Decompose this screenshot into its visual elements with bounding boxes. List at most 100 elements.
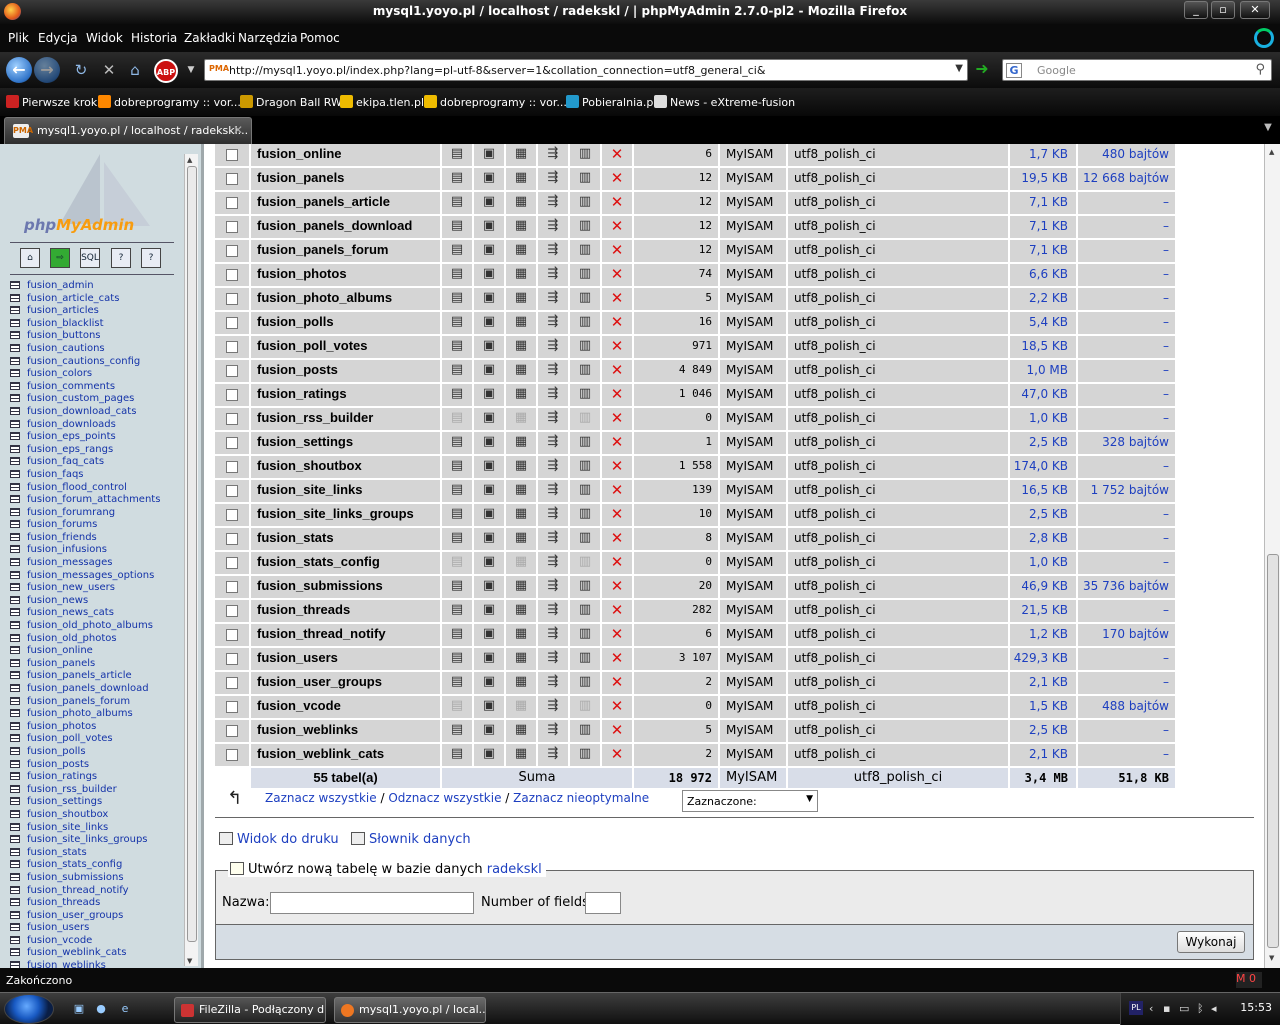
browse-icon[interactable]: ▤ xyxy=(442,264,474,286)
empty-icon[interactable]: ▥ xyxy=(570,480,602,502)
table-icon[interactable] xyxy=(10,696,20,705)
row-checkbox[interactable] xyxy=(226,437,238,449)
sidebar-table-item[interactable]: fusion_news_cats xyxy=(10,607,186,620)
empty-icon[interactable]: ▥ xyxy=(570,504,602,526)
menu-history[interactable]: Historia xyxy=(131,31,177,45)
tab-pma[interactable]: PMA mysql1.yoyo.pl / localhost / radeksk… xyxy=(4,117,252,144)
volume-icon[interactable]: ◂ xyxy=(1211,1002,1217,1015)
browse-icon[interactable]: ▤ xyxy=(442,216,474,238)
row-checkbox[interactable] xyxy=(226,533,238,545)
sidebar-table-item[interactable]: fusion_thread_notify xyxy=(10,885,186,898)
sidebar-table-item[interactable]: fusion_stats_config xyxy=(10,859,186,872)
structure-icon[interactable]: ▣ xyxy=(474,648,506,670)
row-checkbox[interactable] xyxy=(226,581,238,593)
check-overhead-link[interactable]: Zaznacz nieoptymalne xyxy=(513,791,649,805)
search-placeholder[interactable]: Google xyxy=(1037,64,1076,77)
structure-icon[interactable]: ▣ xyxy=(474,528,506,550)
size-link[interactable]: 7,1 KB xyxy=(1010,216,1078,238)
table-name[interactable]: fusion_ratings xyxy=(251,384,442,406)
scroll-thumb[interactable] xyxy=(1267,554,1279,948)
sidebar-table-item[interactable]: fusion_site_links_groups xyxy=(10,834,186,847)
table-icon[interactable] xyxy=(10,583,20,592)
table-icon[interactable] xyxy=(10,621,20,630)
drop-icon[interactable]: ✕ xyxy=(602,432,634,454)
sidebar-table-item[interactable]: fusion_blacklist xyxy=(10,318,186,331)
browse-icon[interactable]: ▤ xyxy=(442,288,474,310)
sidebar-table-item[interactable]: fusion_news xyxy=(10,595,186,608)
browse-icon[interactable]: ▤ xyxy=(442,192,474,214)
table-icon[interactable] xyxy=(10,721,20,730)
table-icon[interactable] xyxy=(10,356,20,365)
sidebar-table-item[interactable]: fusion_comments xyxy=(10,381,186,394)
size-link[interactable]: 174,0 KB xyxy=(1010,456,1078,478)
row-checkbox[interactable] xyxy=(226,365,238,377)
media-player-icon[interactable]: ● xyxy=(94,1002,108,1016)
insert-icon[interactable]: ⇶ xyxy=(538,408,570,430)
structure-icon[interactable]: ▣ xyxy=(474,576,506,598)
insert-icon[interactable]: ⇶ xyxy=(538,168,570,190)
menu-edit[interactable]: Edycja xyxy=(38,31,78,45)
drop-icon[interactable]: ✕ xyxy=(602,720,634,742)
empty-icon[interactable]: ▥ xyxy=(570,552,602,574)
search-icon[interactable]: ▦ xyxy=(506,432,538,454)
forward-icon[interactable]: → xyxy=(34,57,60,83)
sidebar-table-item[interactable]: fusion_threads xyxy=(10,897,186,910)
search-icon[interactable]: ▦ xyxy=(506,672,538,694)
drop-icon[interactable]: ✕ xyxy=(602,600,634,622)
sidebar-table-item[interactable]: fusion_downloads xyxy=(10,419,186,432)
row-checkbox[interactable] xyxy=(226,557,238,569)
drop-icon[interactable]: ✕ xyxy=(602,240,634,262)
structure-icon[interactable]: ▣ xyxy=(474,216,506,238)
row-checkbox[interactable] xyxy=(226,701,238,713)
close-window-button[interactable]: ✕ xyxy=(1240,1,1270,19)
insert-icon[interactable]: ⇶ xyxy=(538,384,570,406)
sidebar-table-item[interactable]: fusion_custom_pages xyxy=(10,393,186,406)
structure-icon[interactable]: ▣ xyxy=(474,288,506,310)
back-icon[interactable]: ← xyxy=(6,57,32,83)
search-icon[interactable]: ▦ xyxy=(506,192,538,214)
sidebar-table-item[interactable]: fusion_poll_votes xyxy=(10,733,186,746)
table-icon[interactable] xyxy=(10,797,20,806)
table-icon[interactable] xyxy=(10,432,20,441)
drop-icon[interactable]: ✕ xyxy=(602,264,634,286)
menu-help[interactable]: Pomoc xyxy=(300,31,340,45)
home-icon[interactable]: ⌂ xyxy=(20,248,40,268)
table-icon[interactable] xyxy=(10,671,20,680)
bookmark-item[interactable]: dobreprogramy :: vor... xyxy=(98,95,241,109)
empty-icon[interactable]: ▥ xyxy=(570,408,602,430)
sidebar-table-item[interactable]: fusion_admin xyxy=(10,280,186,293)
browse-icon[interactable]: ▤ xyxy=(442,576,474,598)
insert-icon[interactable]: ⇶ xyxy=(538,432,570,454)
row-checkbox[interactable] xyxy=(226,341,238,353)
sidebar-table-item[interactable]: fusion_flood_control xyxy=(10,482,186,495)
table-name[interactable]: fusion_posts xyxy=(251,360,442,382)
table-name[interactable]: fusion_panels_forum xyxy=(251,240,442,262)
structure-icon[interactable]: ▣ xyxy=(474,744,506,766)
search-icon[interactable]: ▦ xyxy=(506,528,538,550)
browse-icon[interactable]: ▤ xyxy=(442,648,474,670)
sidebar-table-item[interactable]: fusion_photo_albums xyxy=(10,708,186,721)
overhead[interactable]: 480 bajtów xyxy=(1078,144,1175,166)
empty-icon[interactable]: ▥ xyxy=(570,240,602,262)
search-box[interactable]: G Google ⚲ xyxy=(1002,59,1272,81)
bookmark-item[interactable]: dobreprogramy :: vor... xyxy=(424,95,567,109)
empty-icon[interactable]: ▥ xyxy=(570,744,602,766)
structure-icon[interactable]: ▣ xyxy=(474,672,506,694)
table-icon[interactable] xyxy=(10,822,20,831)
empty-icon[interactable]: ▥ xyxy=(570,432,602,454)
structure-icon[interactable]: ▣ xyxy=(474,360,506,382)
drop-icon[interactable]: ✕ xyxy=(602,408,634,430)
table-name[interactable]: fusion_photos xyxy=(251,264,442,286)
sidebar-table-item[interactable]: fusion_messages xyxy=(10,557,186,570)
table-name[interactable]: fusion_panels_download xyxy=(251,216,442,238)
insert-icon[interactable]: ⇶ xyxy=(538,696,570,718)
structure-icon[interactable]: ▣ xyxy=(474,192,506,214)
table-icon[interactable] xyxy=(10,923,20,932)
sidebar-table-item[interactable]: fusion_download_cats xyxy=(10,406,186,419)
status-addon-icon[interactable]: M 0 xyxy=(1236,972,1262,988)
search-icon[interactable]: ▦ xyxy=(506,456,538,478)
go-arrow-icon[interactable]: ➜ xyxy=(972,59,992,81)
search-icon[interactable]: ▦ xyxy=(506,480,538,502)
search-icon[interactable]: ▦ xyxy=(506,168,538,190)
search-icon[interactable]: ▦ xyxy=(506,696,538,718)
